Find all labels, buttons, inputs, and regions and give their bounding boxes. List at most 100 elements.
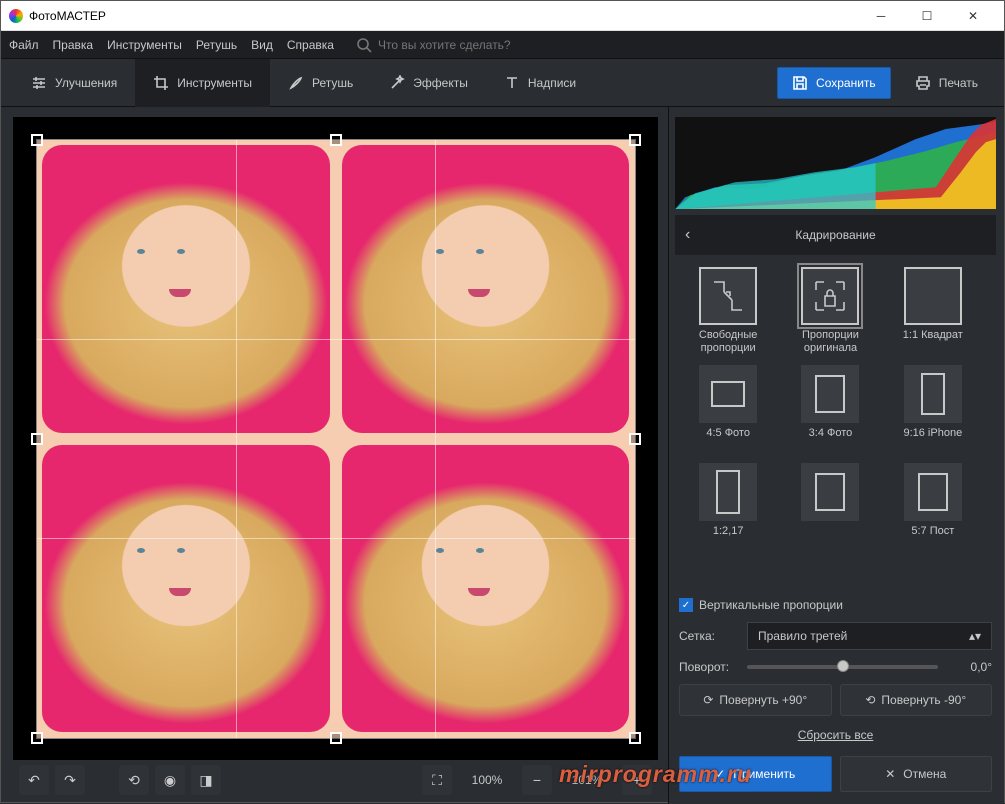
search-input[interactable]: [378, 38, 558, 52]
preset-list[interactable]: Свободные пропорции Пропорции оригинала …: [675, 261, 996, 592]
preset-original[interactable]: Пропорции оригинала: [781, 267, 879, 355]
rotate-plus90-button[interactable]: ⟳ Повернуть +90°: [679, 684, 832, 716]
wand-icon: [389, 75, 405, 91]
preset-mid[interactable]: [781, 463, 879, 551]
grid-dropdown[interactable]: Правило третей ▴▾: [747, 622, 992, 650]
rotate-minus90-button[interactable]: ⟲ Повернуть -90°: [840, 684, 993, 716]
brush-icon: [288, 75, 304, 91]
compare-button[interactable]: ◨: [191, 765, 221, 795]
panel-title: Кадрирование: [795, 228, 875, 242]
menu-retouch[interactable]: Ретушь: [196, 38, 237, 52]
tab-retouch[interactable]: Ретушь: [270, 59, 371, 107]
history-button[interactable]: ⟲: [119, 765, 149, 795]
print-button[interactable]: Печать: [901, 68, 992, 98]
app-logo-icon: [9, 9, 23, 23]
preset-label: 1:1 Квадрат: [903, 329, 963, 355]
preset-label: 4:5 Фото: [706, 427, 750, 453]
fit-screen-button[interactable]: ⛶: [422, 765, 452, 795]
cancel-button[interactable]: ✕ Отмена: [840, 756, 993, 792]
rotate-plus90-label: Повернуть +90°: [719, 693, 807, 707]
tab-enhancements-label: Улучшения: [55, 76, 117, 90]
grid-value: Правило третей: [758, 629, 847, 643]
apply-label: Применить: [733, 767, 795, 781]
preset-free[interactable]: Свободные пропорции: [679, 267, 777, 355]
titlebar: ФотоМАСТЕР ─ ☐ ✕: [1, 1, 1004, 31]
tab-effects-label: Эффекты: [413, 76, 468, 90]
print-button-label: Печать: [939, 76, 978, 90]
preset-1-2[interactable]: 1:2,17: [679, 463, 777, 551]
redo-button[interactable]: ↷: [55, 765, 85, 795]
check-icon: ✓: [715, 767, 725, 781]
preview-toggle-button[interactable]: ◉: [155, 765, 185, 795]
preset-label: Свободные пропорции: [679, 329, 777, 355]
preset-label: 5:7 Пост: [911, 525, 954, 551]
save-icon: [792, 75, 808, 91]
preset-4-5[interactable]: 4:5 Фото: [679, 365, 777, 453]
apply-button[interactable]: ✓ Применить: [679, 756, 832, 792]
grid-label: Сетка:: [679, 629, 739, 643]
photo-image: [36, 139, 636, 739]
vertical-proportions-checkbox[interactable]: ✓ Вертикальные пропорции: [679, 598, 992, 612]
grid-row: Сетка: Правило третей ▴▾: [679, 622, 992, 650]
rotate-minus90-label: Повернуть -90°: [881, 693, 966, 707]
preset-label: 3:4 Фото: [809, 427, 853, 453]
canvas-toolbar: ↶ ↷ ⟲ ◉ ◨ ⛶ 100% − 101% +: [13, 760, 658, 800]
tab-text-label: Надписи: [528, 76, 576, 90]
preset-1-1[interactable]: 1:1 Квадрат: [884, 267, 982, 355]
crop-handle-bl[interactable]: [31, 732, 43, 744]
menu-help[interactable]: Справка: [287, 38, 334, 52]
search-icon: [356, 37, 372, 53]
tab-retouch-label: Ретушь: [312, 76, 353, 90]
check-icon: ✓: [679, 598, 693, 612]
tab-tools-label: Инструменты: [177, 76, 252, 90]
tab-tools[interactable]: Инструменты: [135, 59, 270, 107]
app-title: ФотоМАСТЕР: [29, 9, 106, 23]
crop-handle-br[interactable]: [629, 732, 641, 744]
rotation-value: 0,0°: [946, 660, 992, 674]
maximize-button[interactable]: ☐: [904, 2, 950, 30]
crop-handle-b[interactable]: [330, 732, 342, 744]
crop-handle-l[interactable]: [31, 433, 43, 445]
menu-view[interactable]: Вид: [251, 38, 273, 52]
rotate-cw-icon: ⟳: [703, 693, 713, 707]
rotation-row: Поворот: 0,0°: [679, 660, 992, 674]
tabs-row: Улучшения Инструменты Ретушь Эффекты Над…: [1, 59, 1004, 107]
crop-icon: [153, 75, 169, 91]
crop-handle-tl[interactable]: [31, 134, 43, 146]
free-crop-icon: [710, 278, 746, 314]
save-button[interactable]: Сохранить: [777, 67, 891, 99]
menubar: Файл Правка Инструменты Ретушь Вид Справ…: [1, 31, 1004, 59]
canvas[interactable]: [13, 117, 658, 760]
lock-crop-icon: [812, 278, 848, 314]
rotate-ccw-icon: ⟲: [865, 693, 875, 707]
zoom-fit-label: 100%: [462, 773, 512, 787]
search-box[interactable]: [356, 37, 558, 53]
menu-tools[interactable]: Инструменты: [107, 38, 182, 52]
crop-handle-t[interactable]: [330, 134, 342, 146]
tab-effects[interactable]: Эффекты: [371, 59, 486, 107]
crop-handle-r[interactable]: [629, 433, 641, 445]
close-button[interactable]: ✕: [950, 2, 996, 30]
print-icon: [915, 75, 931, 91]
stepper-icon: ▴▾: [969, 629, 981, 643]
preset-5-7[interactable]: 5:7 Пост: [884, 463, 982, 551]
tab-enhancements[interactable]: Улучшения: [13, 59, 135, 107]
preset-3-4[interactable]: 3:4 Фото: [781, 365, 879, 453]
zoom-in-button[interactable]: +: [622, 765, 652, 795]
cancel-label: Отмена: [903, 767, 946, 781]
menu-file[interactable]: Файл: [9, 38, 39, 52]
rotation-label: Поворот:: [679, 660, 739, 674]
minimize-button[interactable]: ─: [858, 2, 904, 30]
menu-edit[interactable]: Правка: [53, 38, 94, 52]
preset-label: Пропорции оригинала: [781, 329, 879, 355]
reset-all-link[interactable]: Сбросить все: [679, 726, 992, 744]
panel-header: ‹ Кадрирование: [675, 215, 996, 255]
preset-label: 1:2,17: [713, 525, 744, 551]
zoom-out-button[interactable]: −: [522, 765, 552, 795]
undo-button[interactable]: ↶: [19, 765, 49, 795]
back-button[interactable]: ‹: [685, 226, 690, 244]
rotation-slider[interactable]: [747, 665, 938, 669]
preset-9-16[interactable]: 9:16 iPhone: [884, 365, 982, 453]
crop-handle-tr[interactable]: [629, 134, 641, 146]
tab-text[interactable]: Надписи: [486, 59, 594, 107]
